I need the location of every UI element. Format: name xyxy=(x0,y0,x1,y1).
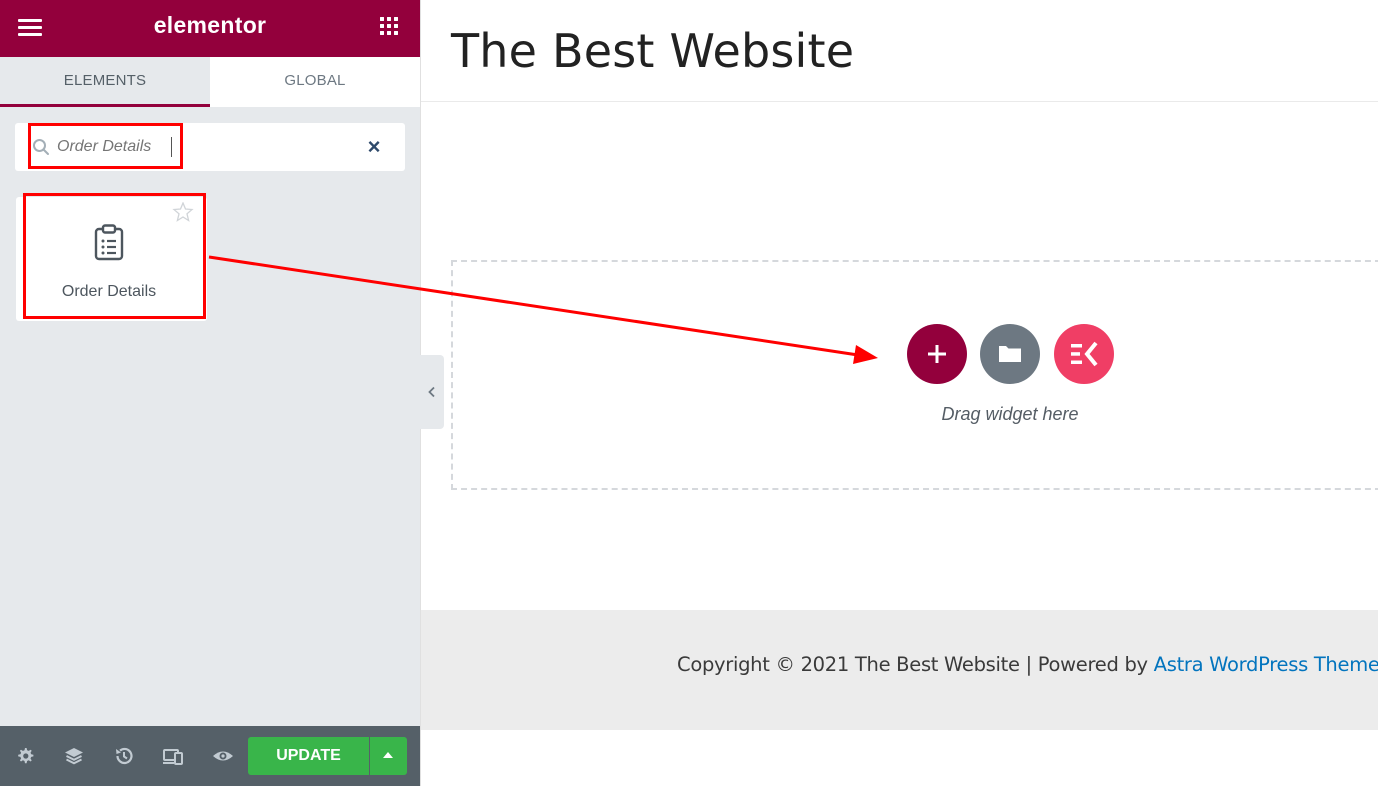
add-template-icon xyxy=(999,346,1021,362)
preview-eye-icon[interactable] xyxy=(211,744,235,768)
header-divider xyxy=(421,101,1378,102)
footer-theme-link[interactable]: Astra WordPress Theme xyxy=(1154,653,1378,676)
close-icon[interactable]: × xyxy=(362,135,386,159)
settings-icon[interactable] xyxy=(13,744,37,768)
editor-panel: elementor ELEMENTS GLOBAL × O xyxy=(0,0,420,786)
collapse-panel-button[interactable] xyxy=(420,355,444,429)
panel-tabs: ELEMENTS GLOBAL xyxy=(0,57,420,107)
footer-copyright: Copyright © 2021 The Best Website | Powe… xyxy=(677,653,1378,676)
update-button[interactable]: UPDATE xyxy=(248,737,369,775)
tab-elements[interactable]: ELEMENTS xyxy=(0,57,210,107)
layers-icon[interactable] xyxy=(62,744,86,768)
drop-zone-hint: Drag widget here xyxy=(941,404,1079,424)
caret-up-icon xyxy=(383,752,393,758)
add-template-button[interactable] xyxy=(980,324,1040,384)
brand-logo: elementor xyxy=(153,12,267,38)
footer-copyright-text: Copyright © 2021 The Best Website | Powe… xyxy=(677,653,1154,676)
responsive-icon[interactable] xyxy=(161,744,185,768)
panel-header: elementor xyxy=(0,0,420,57)
widgets-grid-icon[interactable] xyxy=(380,17,400,37)
chevron-left-icon xyxy=(428,386,435,398)
annotation-highlight-search xyxy=(28,123,183,169)
tab-global[interactable]: GLOBAL xyxy=(210,57,420,107)
annotation-highlight-widget xyxy=(23,193,206,319)
history-icon[interactable] xyxy=(112,744,136,768)
update-options-button[interactable] xyxy=(370,737,407,775)
site-footer: Copyright © 2021 The Best Website | Powe… xyxy=(421,610,1378,730)
add-section-button[interactable] xyxy=(907,324,967,384)
page-title[interactable]: The Best Website xyxy=(451,24,854,78)
add-section-icon xyxy=(928,345,946,363)
elementskit-button[interactable] xyxy=(1054,324,1114,384)
elementskit-icon xyxy=(1071,341,1098,367)
